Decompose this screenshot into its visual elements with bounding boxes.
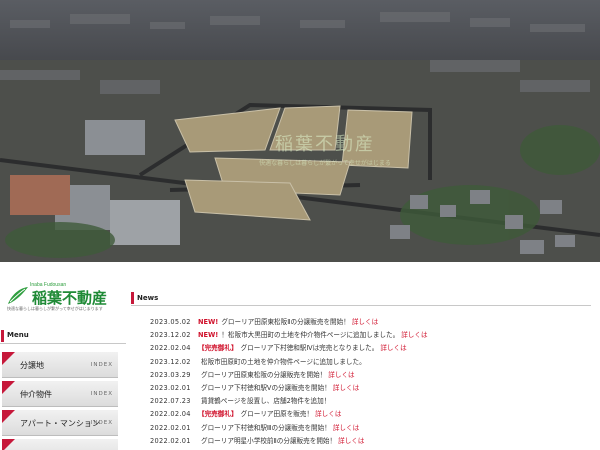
news-text: グローリア下村徳和駅Ⅳは完売となりました。 [240, 344, 379, 353]
news-item: 2022.02.01 グローリア明星小学校前Ⅱの分譲販売を開始！ 詳しくは [150, 437, 590, 450]
corner-triangle-icon [2, 410, 15, 423]
news-badge: NEW! [198, 331, 219, 340]
news-item: 2023.12.02 NEW! ！松阪市大黒田町の土地を仲介物件ページに追加しました… [150, 331, 590, 344]
hero-aerial-image: 稲葉不動産 快適な暮らしは暮らしが繋がって幸せがはじまる [0, 0, 600, 262]
news-text: グローリア明星小学校前Ⅱの分譲販売を開始！ [201, 436, 337, 445]
news-heading-label: News [137, 294, 159, 302]
news-heading: News [131, 291, 591, 306]
news-badge: 【完売御礼】 [198, 344, 238, 353]
news-date: 2022.02.04 [150, 410, 191, 419]
menu-item-index: INDEX [90, 420, 113, 426]
news-more-link[interactable]: 詳しくは [401, 331, 427, 339]
news-more-link[interactable]: 詳しくは [380, 344, 406, 352]
news-text: グローリア田原東松阪の分譲販売を開始！ [201, 370, 327, 379]
menu-item-label: アパート・マンション [20, 419, 100, 428]
news-more-link[interactable]: 詳しくは [338, 437, 364, 445]
news-text: グローリア下村徳和駅Ⅴの分譲販売を開始！ [201, 383, 331, 392]
menu-heading-accent [1, 330, 4, 342]
news-item: 2022.02.04 【完売御礼】 グローリア田原を販売！ 詳しくは [150, 410, 590, 423]
corner-triangle-icon [2, 439, 15, 450]
logo-name: 稲葉不動産 [32, 289, 108, 307]
corner-triangle-icon [2, 381, 15, 394]
hero-aerial-illustration [0, 0, 600, 262]
news-item: 2023.02.01 グローリア下村徳和駅Ⅴの分譲販売を開始！ 詳しくは [150, 384, 590, 397]
news-item: 2022.02.01 グローリア下村徳和駅Ⅲの分譲販売を開始！ 詳しくは [150, 424, 590, 437]
news-text: グローリア田原を販売！ [240, 410, 314, 419]
menu-item-more[interactable] [2, 439, 118, 450]
menu-item-label: 分譲地 [20, 361, 44, 370]
menu-heading: Menu [0, 328, 126, 344]
menu-item-index: INDEX [90, 362, 113, 368]
news-more-link[interactable]: 詳しくは [333, 384, 359, 392]
menu-item-index: INDEX [90, 391, 113, 397]
side-menu: 分譲地 INDEX 仲介物件 INDEX アパート・マンション INDEX [2, 352, 118, 450]
menu-item-label: 仲介物件 [20, 390, 52, 399]
news-item: 2023.03.29 グローリア田原東松阪の分譲販売を開始！ 詳しくは [150, 371, 590, 384]
news-date: 2023.02.01 [150, 383, 191, 392]
news-text: 賃貸鶴ページを設置し、店舗2物件を追加！ [201, 397, 331, 406]
news-item: 2022.02.04 【完売御礼】 グローリア下村徳和駅Ⅳは完売となりました。 詳しく… [150, 344, 590, 357]
news-badge: NEW! [198, 318, 219, 326]
menu-item-apartment[interactable]: アパート・マンション INDEX [2, 410, 118, 436]
news-text: ！松阪市大黒田町の土地を仲介物件ページに追加しました。 [221, 331, 400, 340]
menu-item-subdivision[interactable]: 分譲地 INDEX [2, 352, 118, 378]
leaf-logo-icon [8, 287, 28, 304]
news-item: 2023.12.02 松阪市田原町の土地を仲介物件ページに追加しました。 [150, 358, 590, 371]
news-more-link[interactable]: 詳しくは [328, 371, 354, 379]
news-more-link[interactable]: 詳しくは [315, 410, 341, 418]
news-date: 2022.07.23 [150, 397, 191, 406]
news-list: 2023.05.02 NEW! グローリア田原東松阪Ⅱの分譲販売を開始！ 詳しくは 2… [150, 318, 590, 450]
news-text: 松阪市田原町の土地を仲介物件ページに追加しました。 [201, 357, 366, 366]
corner-triangle-icon [2, 352, 15, 365]
news-date: 2023.12.02 [150, 331, 191, 340]
news-date: 2022.02.04 [150, 344, 191, 353]
menu-item-brokerage[interactable]: 仲介物件 INDEX [2, 381, 118, 407]
menu-heading-label: Menu [7, 331, 29, 339]
news-date: 2023.03.29 [150, 370, 191, 379]
news-date: 2023.12.02 [150, 357, 191, 366]
news-text: グローリア下村徳和駅Ⅲの分譲販売を開始！ [201, 423, 331, 432]
logo-tagline: 快適な暮らしは暮らしが繋がって幸せがはじまります [7, 306, 103, 311]
news-item: 2023.05.02 NEW! グローリア田原東松阪Ⅱの分譲販売を開始！ 詳しくは [150, 318, 590, 331]
news-date: 2023.05.02 [150, 318, 191, 326]
news-date: 2022.02.01 [150, 423, 191, 432]
news-item: 2022.07.23 賃貸鶴ページを設置し、店舗2物件を追加！ [150, 397, 590, 410]
news-date: 2022.02.01 [150, 436, 191, 445]
news-more-link[interactable]: 詳しくは [352, 318, 378, 326]
news-heading-accent [131, 292, 134, 304]
news-badge: 【完売御礼】 [198, 410, 238, 419]
news-text: グローリア田原東松阪Ⅱの分譲販売を開始！ [221, 318, 350, 326]
news-more-link[interactable]: 詳しくは [333, 424, 359, 432]
